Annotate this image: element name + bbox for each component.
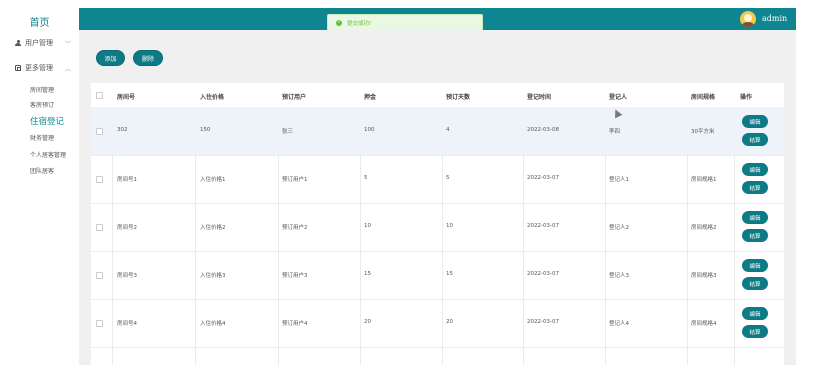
cell-room-number: 302 — [117, 127, 128, 133]
sidebar-item-team-guests[interactable]: 团队居客 — [30, 166, 54, 175]
sidebar-more-management-label: 更多管理 — [25, 64, 53, 72]
cell-deposit: 100 — [364, 127, 375, 133]
sidebar: 首页 用户管理 ﹀ 更多管理 ︿ 房间管理 客房预订 住宿登记 财务管理 个人居… — [0, 8, 80, 365]
cell-date: 2022-03-07 — [527, 175, 559, 181]
cell-booking-user: 预订用户2 — [282, 225, 308, 231]
cell-room-spec: 房间规格1 — [691, 177, 717, 183]
settle-button[interactable]: 结算 — [742, 133, 768, 146]
table-row[interactable]: 房间号4 入住价格4 预订用户4 20 20 2022-03-07 登记人4 房… — [91, 299, 784, 348]
cell-registrar: 登记人3 — [609, 273, 629, 279]
username[interactable]: admin — [762, 14, 787, 23]
chevron-up-icon: ︿ — [65, 65, 72, 73]
settle-button[interactable]: 结算 — [742, 229, 768, 242]
edit-button[interactable]: 编辑 — [742, 211, 768, 224]
column-header: 操作 — [740, 94, 753, 101]
cell-room-number: 房间号1 — [117, 177, 137, 183]
cell-registrar: 登记人1 — [609, 177, 629, 183]
column-header: 登记人 — [609, 94, 628, 101]
table-row[interactable]: 302 150 张三 100 4 2022-03-08 李四 30平方米 编辑 … — [91, 107, 784, 156]
sidebar-more-management[interactable]: 更多管理 ︿ — [15, 63, 71, 73]
user-icon — [15, 39, 21, 47]
edit-button[interactable]: 编辑 — [742, 163, 768, 176]
window-right-border — [796, 8, 816, 365]
cell-room-spec: 房间规格2 — [691, 225, 717, 231]
toast-message: 提交成功! — [347, 21, 372, 27]
sidebar-item-room-booking[interactable]: 客房预订 — [30, 100, 54, 109]
sidebar-item-room-management[interactable]: 房间管理 — [30, 85, 54, 94]
cell-price: 入住价格3 — [200, 273, 226, 279]
edit-button[interactable]: 编辑 — [742, 307, 768, 320]
column-header: 房间规格 — [691, 94, 716, 101]
cell-booking-user: 预订用户4 — [282, 321, 308, 327]
cell-registrar: 登记人2 — [609, 225, 629, 231]
cell-days: 10 — [446, 223, 453, 229]
cell-date: 2022-03-08 — [527, 127, 559, 133]
check-in-table: 房间号 入住价格 预订用户 押金 预订天数 登记时间 登记人 房间规格 操作 3… — [91, 83, 784, 365]
edit-button[interactable]: 编辑 — [742, 259, 768, 272]
column-header: 预订用户 — [282, 94, 307, 101]
cell-date: 2022-03-07 — [527, 271, 559, 277]
cell-price: 入住价格4 — [200, 321, 226, 327]
cell-deposit: 15 — [364, 271, 371, 277]
column-header: 押金 — [364, 94, 377, 101]
column-header: 登记时间 — [527, 94, 552, 101]
cell-date: 2022-03-07 — [527, 223, 559, 229]
sidebar-item-individual-guests[interactable]: 个人居客管理 — [30, 150, 66, 159]
sidebar-home[interactable]: 首页 — [0, 14, 79, 29]
cell-deposit: 10 — [364, 223, 371, 229]
cell-booking-user: 预订用户3 — [282, 273, 308, 279]
settle-button[interactable]: 结算 — [742, 277, 768, 290]
cell-days: 20 — [446, 319, 453, 325]
cell-deposit: 5 — [364, 175, 368, 181]
cell-room-number: 房间号3 — [117, 273, 137, 279]
sidebar-item-finance[interactable]: 财务管理 — [30, 133, 54, 142]
select-all-checkbox[interactable] — [96, 92, 103, 99]
cell-booking-user: 张三 — [282, 129, 294, 135]
row-checkbox[interactable] — [96, 128, 103, 135]
settle-button[interactable]: 结算 — [742, 325, 768, 338]
cell-registrar: 登记人4 — [609, 321, 629, 327]
cell-room-spec: 30平方米 — [691, 129, 715, 135]
table-row[interactable]: 房间号2 入住价格2 预订用户2 10 10 2022-03-07 登记人2 房… — [91, 203, 784, 252]
cell-booking-user: 预订用户1 — [282, 177, 308, 183]
sidebar-user-management-label: 用户管理 — [25, 39, 53, 47]
row-checkbox[interactable] — [96, 176, 103, 183]
edit-button[interactable]: 编辑 — [742, 115, 768, 128]
sidebar-user-management[interactable]: 用户管理 ﹀ — [15, 38, 71, 48]
cell-deposit: 20 — [364, 319, 371, 325]
table-row[interactable]: 房间号3 入住价格3 预订用户3 15 15 2022-03-07 登记人3 房… — [91, 251, 784, 300]
cell-price: 入住价格1 — [200, 177, 226, 183]
cell-price: 150 — [200, 127, 211, 133]
copy-icon — [15, 65, 21, 71]
avatar[interactable] — [740, 11, 756, 27]
cell-registrar: 李四 — [609, 129, 621, 135]
row-checkbox[interactable] — [96, 320, 103, 327]
row-checkbox[interactable] — [96, 272, 103, 279]
chevron-down-icon: ﹀ — [65, 40, 72, 48]
cell-days: 5 — [446, 175, 450, 181]
cell-room-number: 房间号4 — [117, 321, 137, 327]
table-header: 房间号 入住价格 预订用户 押金 预订天数 登记时间 登记人 房间规格 操作 — [91, 83, 784, 108]
cell-days: 15 — [446, 271, 453, 277]
cell-price: 入住价格2 — [200, 225, 226, 231]
delete-button[interactable]: 删除 — [133, 50, 163, 66]
column-header: 房间号 — [117, 94, 136, 101]
column-header: 预订天数 — [446, 94, 471, 101]
cell-room-number: 房间号2 — [117, 225, 137, 231]
table-row[interactable]: 房间号1 入住价格1 预订用户1 5 5 2022-03-07 登记人1 房间规… — [91, 155, 784, 204]
add-button[interactable]: 添加 — [96, 50, 125, 66]
cell-room-spec: 房间规格4 — [691, 321, 717, 327]
column-header: 入住价格 — [200, 94, 225, 101]
settle-button[interactable]: 结算 — [742, 181, 768, 194]
cell-room-spec: 房间规格3 — [691, 273, 717, 279]
sidebar-item-check-in[interactable]: 住宿登记 — [30, 115, 64, 127]
check-circle-icon: ✓ — [336, 20, 342, 26]
cell-date: 2022-03-07 — [527, 319, 559, 325]
cell-days: 4 — [446, 127, 450, 133]
row-checkbox[interactable] — [96, 224, 103, 231]
